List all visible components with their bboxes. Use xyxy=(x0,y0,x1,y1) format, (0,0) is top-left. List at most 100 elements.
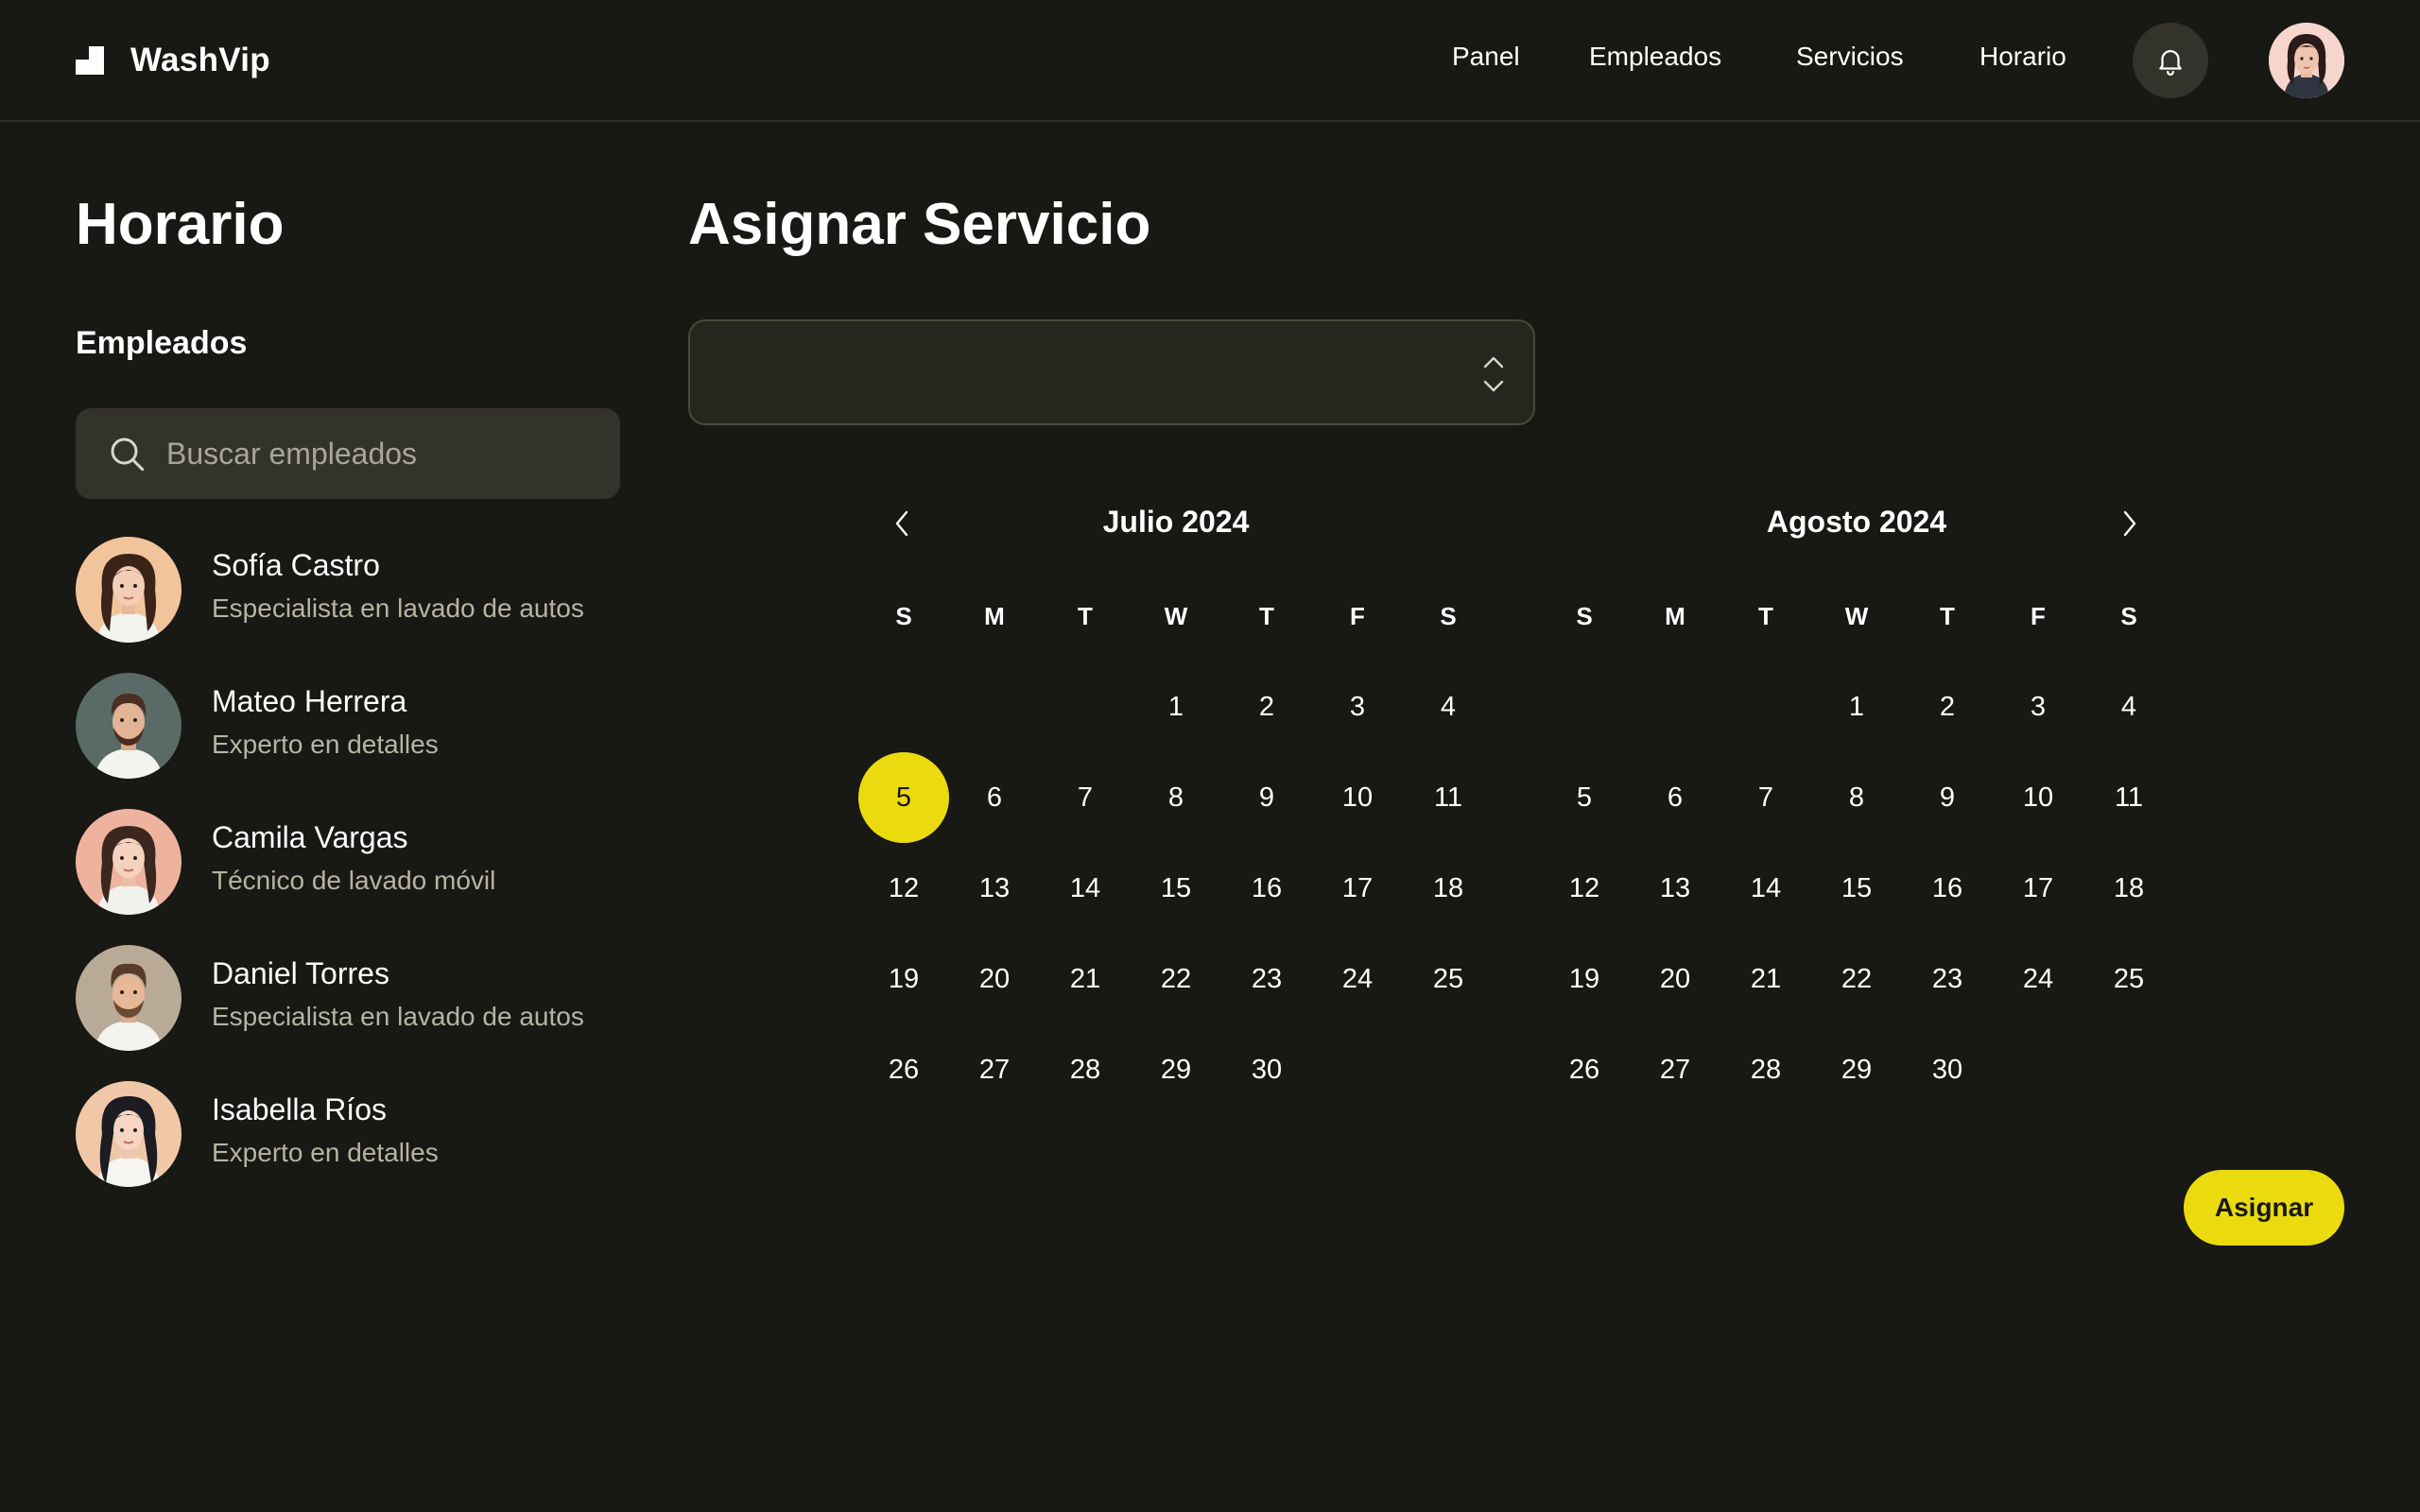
calendar-day[interactable]: 28 xyxy=(1040,1024,1131,1115)
calendar-day[interactable]: 5 xyxy=(858,752,949,843)
search-icon xyxy=(111,438,145,472)
employee-item-sofia[interactable]: Sofía Castro Especialista en lavado de a… xyxy=(76,537,643,643)
calendar-day[interactable]: 4 xyxy=(1403,662,1494,752)
employee-avatar xyxy=(76,1081,182,1187)
weekday-header: S xyxy=(1440,601,1457,630)
calendar-day[interactable]: 30 xyxy=(1221,1024,1312,1115)
next-month-button[interactable] xyxy=(2106,501,2152,546)
calendar-day[interactable]: 19 xyxy=(1539,934,1630,1024)
nav-servicios[interactable]: Servicios xyxy=(1796,42,1904,72)
calendar-day[interactable]: 27 xyxy=(1630,1024,1720,1115)
calendar-day[interactable]: 17 xyxy=(1312,843,1403,934)
employee-avatar xyxy=(76,945,182,1051)
weekday-header: F xyxy=(1350,601,1365,630)
bell-icon xyxy=(2159,50,2182,76)
nav-horario[interactable]: Horario xyxy=(1979,42,2066,72)
calendar-day[interactable]: 25 xyxy=(1403,934,1494,1024)
calendar-day[interactable]: 20 xyxy=(949,934,1040,1024)
employee-item-mateo[interactable]: Mateo Herrera Experto en detalles xyxy=(76,673,643,779)
calendar-day[interactable]: 26 xyxy=(1539,1024,1630,1115)
calendar-day[interactable]: 22 xyxy=(1131,934,1221,1024)
calendar-day[interactable]: 13 xyxy=(949,843,1040,934)
nav-empleados[interactable]: Empleados xyxy=(1589,42,1721,72)
calendar-day[interactable]: 6 xyxy=(949,752,1040,843)
calendar-day[interactable]: 9 xyxy=(1221,752,1312,843)
calendar-day[interactable]: 10 xyxy=(1312,752,1403,843)
calendar-day[interactable]: 2 xyxy=(1221,662,1312,752)
calendar-day[interactable]: 1 xyxy=(1811,662,1902,752)
employee-avatar xyxy=(76,673,182,779)
calendar-day[interactable]: 10 xyxy=(1993,752,2083,843)
calendar-day[interactable]: 18 xyxy=(1403,843,1494,934)
employee-search[interactable] xyxy=(76,408,620,499)
calendar-day[interactable]: 5 xyxy=(1539,752,1630,843)
calendar-day[interactable]: 14 xyxy=(1720,843,1811,934)
weekday-header: S xyxy=(2120,601,2137,630)
search-input[interactable] xyxy=(166,408,601,499)
employees-section-label: Empleados xyxy=(76,325,248,361)
calendar-day[interactable]: 23 xyxy=(1221,934,1312,1024)
weekday-header: F xyxy=(2031,601,2046,630)
calendar-day[interactable]: 17 xyxy=(1993,843,2083,934)
employee-name: Camila Vargas xyxy=(212,820,408,854)
calendar-day[interactable]: 28 xyxy=(1720,1024,1811,1115)
calendar-day[interactable]: 15 xyxy=(1811,843,1902,934)
calendar-day[interactable]: 15 xyxy=(1131,843,1221,934)
calendar-day[interactable]: 1 xyxy=(1131,662,1221,752)
employee-role: Experto en detalles xyxy=(212,730,439,759)
calendar-day[interactable]: 16 xyxy=(1221,843,1312,934)
calendar-day[interactable]: 3 xyxy=(1312,662,1403,752)
calendar-day[interactable]: 14 xyxy=(1040,843,1131,934)
calendar-day[interactable]: 8 xyxy=(1131,752,1221,843)
weekday-header: W xyxy=(1844,601,1869,630)
calendar-day[interactable]: 21 xyxy=(1040,934,1131,1024)
calendar-day[interactable]: 11 xyxy=(2083,752,2174,843)
calendar-day[interactable]: 16 xyxy=(1902,843,1993,934)
weekday-header: T xyxy=(1078,601,1093,630)
calendar-day[interactable]: 25 xyxy=(2083,934,2174,1024)
weekday-header: S xyxy=(895,601,912,630)
calendar-day[interactable]: 7 xyxy=(1720,752,1811,843)
calendar-day[interactable]: 9 xyxy=(1902,752,1993,843)
calendar-day[interactable]: 29 xyxy=(1131,1024,1221,1115)
calendar-day[interactable]: 27 xyxy=(949,1024,1040,1115)
brand-logo[interactable]: WashVip xyxy=(76,38,270,83)
calendar-day[interactable]: 4 xyxy=(2083,662,2174,752)
employee-name: Sofía Castro xyxy=(212,548,380,582)
calendar-day[interactable]: 29 xyxy=(1811,1024,1902,1115)
nav-panel[interactable]: Panel xyxy=(1452,42,1520,72)
calendar-day[interactable]: 11 xyxy=(1403,752,1494,843)
calendar-day[interactable]: 23 xyxy=(1902,934,1993,1024)
calendar-day[interactable]: 30 xyxy=(1902,1024,1993,1115)
calendar-day[interactable]: 18 xyxy=(2083,843,2174,934)
calendar-day[interactable]: 19 xyxy=(858,934,949,1024)
calendar-day[interactable]: 6 xyxy=(1630,752,1720,843)
employee-item-isabella[interactable]: Isabella Ríos Experto en detalles xyxy=(76,1081,643,1187)
assign-button[interactable]: Asignar xyxy=(2184,1170,2344,1246)
calendar-day[interactable]: 12 xyxy=(1539,843,1630,934)
weekday-header: S xyxy=(1576,601,1593,630)
calendar-day[interactable]: 24 xyxy=(1993,934,2083,1024)
calendar-day[interactable]: 3 xyxy=(1993,662,2083,752)
employee-name: Isabella Ríos xyxy=(212,1092,387,1126)
calendar-day[interactable]: 21 xyxy=(1720,934,1811,1024)
weekday-header: M xyxy=(984,601,1005,630)
calendar-day[interactable]: 24 xyxy=(1312,934,1403,1024)
calendar-day[interactable]: 20 xyxy=(1630,934,1720,1024)
user-avatar[interactable] xyxy=(2269,23,2344,98)
prev-month-button[interactable] xyxy=(880,501,925,546)
employee-name: Daniel Torres xyxy=(212,956,389,990)
calendar-day[interactable]: 8 xyxy=(1811,752,1902,843)
calendar-day[interactable]: 12 xyxy=(858,843,949,934)
calendar-day[interactable]: 2 xyxy=(1902,662,1993,752)
calendar-day[interactable]: 26 xyxy=(858,1024,949,1115)
notifications-button[interactable] xyxy=(2133,23,2208,98)
month-title-july: Julio 2024 xyxy=(1102,505,1250,539)
employee-item-camila[interactable]: Camila Vargas Técnico de lavado móvil xyxy=(76,809,643,915)
calendar-day[interactable]: 22 xyxy=(1811,934,1902,1024)
logo-mark-icon xyxy=(76,46,104,75)
calendar-day[interactable]: 13 xyxy=(1630,843,1720,934)
calendar-day[interactable]: 7 xyxy=(1040,752,1131,843)
service-select[interactable] xyxy=(688,319,1535,425)
employee-item-daniel[interactable]: Daniel Torres Especialista en lavado de … xyxy=(76,945,643,1051)
